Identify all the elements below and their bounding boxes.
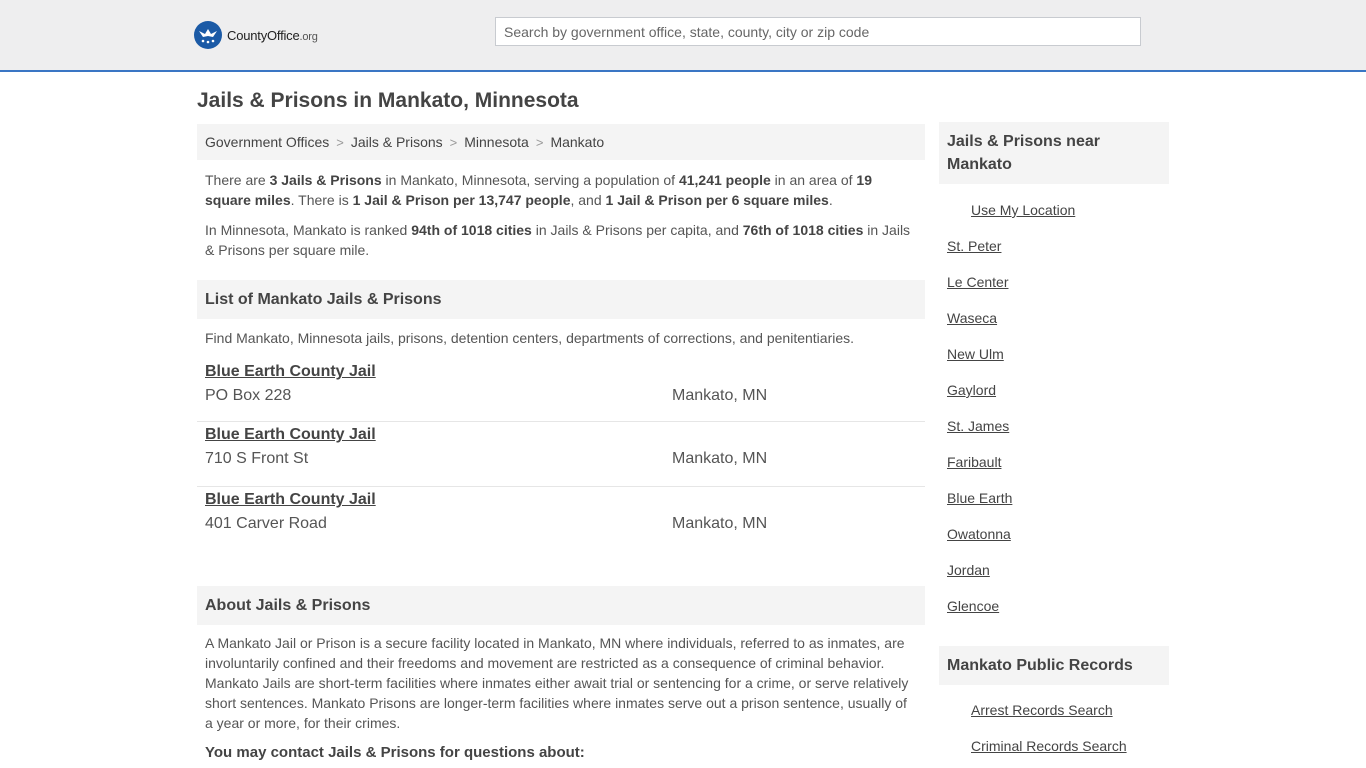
listing-city: Mankato, MN	[672, 387, 768, 404]
intro-text: In Minnesota, Mankato is ranked	[205, 222, 412, 238]
intro-text: There are	[205, 172, 270, 188]
list-item: Arrest Records Search	[939, 692, 1169, 728]
listing-address: PO Box 228	[205, 387, 292, 404]
search-input[interactable]	[495, 17, 1141, 46]
breadcrumb-separator: >	[535, 134, 544, 150]
per-people-stat: 1 Jail & Prison per 13,747 people	[352, 192, 571, 208]
intro-text: in Jails & Prisons per capita, and	[531, 222, 743, 238]
site-logo[interactable]: CountyOffice.org	[194, 21, 318, 49]
nearby-link-new-ulm[interactable]: New Ulm	[947, 346, 1004, 362]
list-item: New Ulm	[939, 336, 1169, 372]
listing-name-link[interactable]: Blue Earth County Jail	[205, 363, 376, 381]
nearby-link-owatonna[interactable]: Owatonna	[947, 526, 1011, 542]
list-item: Blue Earth	[939, 480, 1169, 516]
list-item: St. James	[939, 408, 1169, 444]
nearby-heading: Jails & Prisons near Mankato	[939, 122, 1169, 184]
listing-item: Blue Earth County Jail PO Box 228 Mankat…	[197, 359, 925, 422]
logo-tld: .org	[299, 30, 318, 43]
nearby-link-waseca[interactable]: Waseca	[947, 310, 997, 326]
nearby-link-gaylord[interactable]: Gaylord	[947, 382, 996, 398]
per-capita-rank: 94th of 1018 cities	[411, 222, 532, 238]
breadcrumb: Government Offices > Jails & Prisons > M…	[197, 124, 925, 160]
breadcrumb-jails-prisons[interactable]: Jails & Prisons	[351, 134, 443, 150]
listing-item: Blue Earth County Jail 401 Carver Road M…	[197, 487, 925, 552]
list-item: Jordan	[939, 552, 1169, 588]
about-section-heading: About Jails & Prisons	[197, 586, 925, 625]
nearby-link-st-james[interactable]: St. James	[947, 418, 1009, 434]
intro-text: .	[828, 192, 833, 208]
listing-address: 710 S Front St	[205, 450, 309, 467]
list-section-heading: List of Mankato Jails & Prisons	[197, 280, 925, 319]
breadcrumb-government-offices[interactable]: Government Offices	[205, 134, 329, 150]
nearby-link-st-peter[interactable]: St. Peter	[947, 238, 1001, 254]
list-item: St. Peter	[939, 228, 1169, 264]
logo-text: CountyOffice.org	[227, 28, 318, 43]
breadcrumb-minnesota[interactable]: Minnesota	[464, 134, 529, 150]
nearby-link-glencoe[interactable]: Glencoe	[947, 598, 999, 614]
contact-heading: You may contact Jails & Prisons for ques…	[205, 744, 585, 761]
listing-address: 401 Carver Road	[205, 515, 327, 532]
per-area-rank: 76th of 1018 cities	[742, 222, 864, 238]
list-item: Use My Location	[939, 192, 1169, 228]
listing-item: Blue Earth County Jail 710 S Front St Ma…	[197, 422, 925, 487]
sidebar: Jails & Prisons near Mankato Use My Loca…	[939, 122, 1169, 764]
breadcrumb-separator: >	[336, 134, 344, 150]
arrest-records-link[interactable]: Arrest Records Search	[971, 702, 1113, 718]
list-item: Glencoe	[939, 588, 1169, 624]
intro-text: in an area of	[770, 172, 857, 188]
intro-text: in Mankato, Minnesota, serving a populat…	[381, 172, 679, 188]
listing-city: Mankato, MN	[672, 515, 768, 532]
eagle-seal-icon	[194, 21, 222, 49]
list-item: Criminal Records Search	[939, 728, 1169, 764]
intro-paragraph-2: In Minnesota, Mankato is ranked 94th of …	[197, 220, 925, 260]
about-text: A Mankato Jail or Prison is a secure fac…	[205, 635, 909, 731]
public-records-list: Arrest Records Search Criminal Records S…	[939, 692, 1169, 764]
main-content: Government Offices > Jails & Prisons > M…	[197, 124, 925, 761]
use-my-location-link[interactable]: Use My Location	[971, 202, 1075, 218]
nearby-link-jordan[interactable]: Jordan	[947, 562, 990, 578]
population: 41,241 people	[678, 172, 771, 188]
list-item: Gaylord	[939, 372, 1169, 408]
public-records-heading: Mankato Public Records	[939, 646, 1169, 685]
intro-text: , and	[570, 192, 606, 208]
list-item: Waseca	[939, 300, 1169, 336]
breadcrumb-mankato[interactable]: Mankato	[550, 134, 604, 150]
listing-name-link[interactable]: Blue Earth County Jail	[205, 426, 376, 444]
page-title: Jails & Prisons in Mankato, Minnesota	[197, 89, 579, 112]
site-header: CountyOffice.org	[0, 0, 1366, 72]
list-item: Faribault	[939, 444, 1169, 480]
nearby-link-blue-earth[interactable]: Blue Earth	[947, 490, 1012, 506]
per-area-stat: 1 Jail & Prison per 6 square miles	[605, 192, 829, 208]
nearby-link-faribault[interactable]: Faribault	[947, 454, 1001, 470]
nearby-list: Use My Location St. Peter Le Center Wase…	[939, 192, 1169, 624]
list-item: Le Center	[939, 264, 1169, 300]
intro-text: . There is	[290, 192, 353, 208]
nearby-link-le-center[interactable]: Le Center	[947, 274, 1008, 290]
intro-paragraph-1: There are 3 Jails & Prisons in Mankato, …	[197, 170, 925, 210]
list-item: Owatonna	[939, 516, 1169, 552]
breadcrumb-separator: >	[449, 134, 458, 150]
criminal-records-link[interactable]: Criminal Records Search	[971, 738, 1127, 754]
logo-name: CountyOffice	[227, 27, 300, 43]
listing-city: Mankato, MN	[672, 450, 768, 467]
jail-count: 3 Jails & Prisons	[269, 172, 382, 188]
listing-name-link[interactable]: Blue Earth County Jail	[205, 491, 376, 509]
list-description: Find Mankato, Minnesota jails, prisons, …	[205, 330, 855, 346]
